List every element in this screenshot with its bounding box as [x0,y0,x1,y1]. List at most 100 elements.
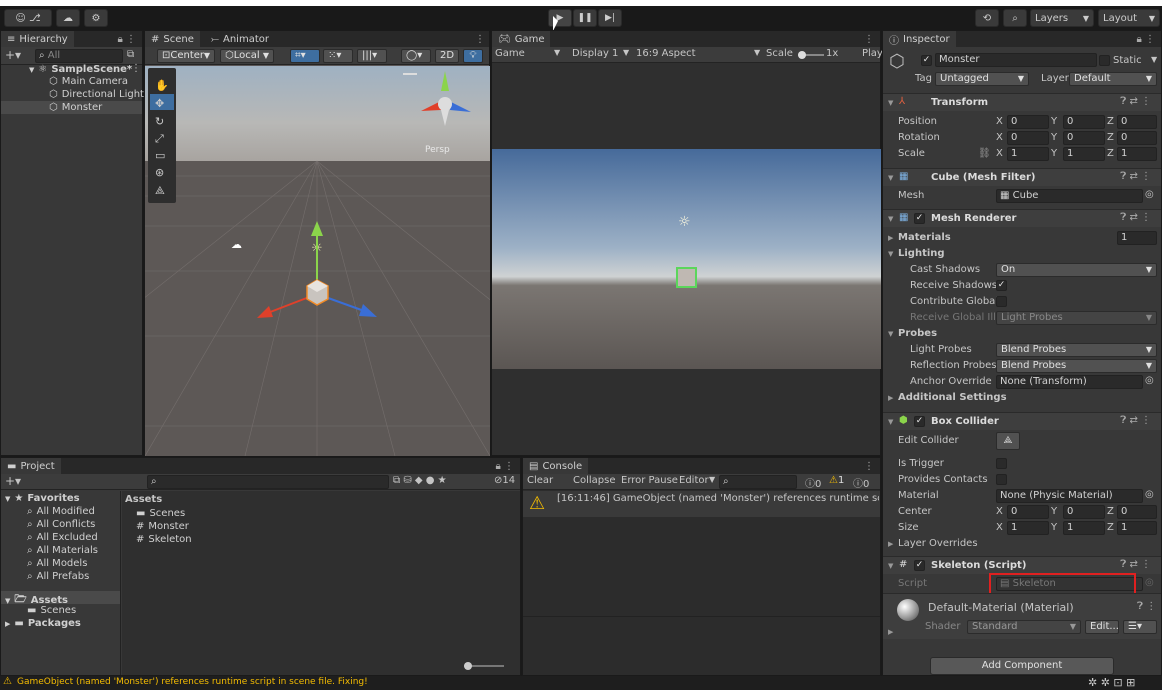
shader-options-dropdown[interactable]: ☰▾ [1123,620,1157,634]
info-toggle[interactable]: ⓘ0 [805,475,821,490]
object-picker-icon[interactable]: ◎ [1145,489,1154,500]
add-component-button[interactable]: Add Component [930,657,1114,675]
cloud-button[interactable]: ☁ [56,9,80,27]
receive-shadows-checkbox[interactable]: ✓ [996,280,1007,291]
favorite-item[interactable]: ⌕ All Excluded [27,532,98,543]
play-button[interactable]: ▶ [548,9,572,27]
asset-item[interactable]: # Monster [136,521,189,532]
material-preview[interactable] [897,599,919,621]
favorite-item[interactable]: ⌕ All Conflicts [27,519,95,530]
object-name-input[interactable]: Monster [935,53,1097,67]
favorite-item[interactable]: ⌕ All Prefabs [27,571,89,582]
mesh-renderer-enabled-checkbox[interactable]: ✓ [914,213,925,224]
chevron-down-icon[interactable]: ▼ [1151,55,1157,64]
snap-increment-dropdown[interactable]: ⁙▾ [323,49,353,63]
layer-dropdown[interactable]: Default ▼ [1069,72,1157,86]
status-message[interactable]: GameObject (named 'Monster') references … [17,677,368,687]
hierarchy-item-monster[interactable]: ⬡ Monster [49,102,102,113]
hierarchy-item-main-camera[interactable]: ⬡ Main Camera [49,76,128,87]
inspector-tab-menu[interactable]: 🔒︎ ⋮ [1136,31,1155,47]
tab-game[interactable]: 🎮︎ Game [492,31,551,47]
draw-mode-dropdown[interactable]: |||▾ [357,49,387,63]
editor-dropdown[interactable]: Editor [679,475,709,486]
display-dropdown[interactable]: Display 1 [572,48,618,59]
component-menu[interactable]: ❓︎ ⇄ ⋮ [1120,415,1151,426]
position-x-field[interactable]: 0 [1007,115,1049,129]
move-tool-icon[interactable]: ✥ [155,97,164,110]
layout-dropdown[interactable]: Layout ▼ [1098,9,1160,27]
search-button[interactable]: ⌕ [1003,9,1027,27]
hierarchy-tab-menu[interactable]: 🔒︎ ⋮ [117,31,136,47]
object-picker-icon[interactable]: ◎ [1145,375,1154,386]
active-checkbox[interactable]: ✓ [921,55,932,66]
mesh-renderer-header[interactable]: ▼ ▦ ✓ Mesh Renderer ❓︎ ⇄ ⋮ [883,209,1161,227]
edit-collider-button[interactable]: ⟁ [996,432,1020,450]
tag-dropdown[interactable]: Untagged ▼ [935,72,1029,86]
light-probes-dropdown[interactable]: Blend Probes ▼ [996,343,1157,357]
tab-hierarchy[interactable]: ≡ Hierarchy [1,31,74,47]
pivot-dropdown[interactable]: ⊡Center ▼ [157,49,215,63]
foldout-icon[interactable]: ▼ [888,250,893,258]
hand-tool-icon[interactable]: ✋ [155,79,169,92]
lighting-toggle[interactable]: 💡︎ [463,49,483,63]
size-x-field[interactable]: 1 [1007,521,1049,535]
add-icon[interactable]: +▾ [5,48,21,62]
console-tab-menu[interactable]: ⋮ [864,458,874,474]
probes-label[interactable]: Probes [898,328,937,339]
project-search-input[interactable]: ⌕ [147,475,389,489]
icon-size-slider-thumb[interactable] [464,662,472,670]
materials-label[interactable]: Materials [898,232,951,243]
tab-console[interactable]: ▤ Console [523,458,589,474]
center-z-field[interactable]: 0 [1117,505,1157,519]
project-tab-menu[interactable]: 🔒︎ ⋮ [495,458,514,474]
account-button[interactable]: ☺ ⎇ [4,9,52,27]
object-picker-icon[interactable]: ◎ [1145,189,1154,200]
cube-object[interactable] [676,267,697,288]
favorite-item[interactable]: ⌕ All Models [27,558,87,569]
asset-item[interactable]: # Skeleton [136,534,192,545]
cast-shadows-dropdown[interactable]: On ▼ [996,263,1157,277]
transform-tool-icon[interactable]: ⊛ [155,166,164,179]
box-collider-enabled-checkbox[interactable]: ✓ [914,416,925,427]
scale-slider-thumb[interactable] [798,51,806,59]
favorites-header[interactable]: ▼ ★ Favorites [5,493,80,504]
rotate-tool-icon[interactable]: ↻ [155,115,164,128]
services-button[interactable]: ⚙ [84,9,108,27]
scale-z-field[interactable]: 1 [1117,147,1157,161]
tab-animator[interactable]: ⤚ Animator [205,31,275,47]
rect-tool-icon[interactable]: ▭ [155,149,165,162]
hierarchy-item-directional-light[interactable]: ⬡ Directional Light [49,89,144,100]
skeleton-script-header[interactable]: ▼ # ✓ Skeleton (Script) ❓︎ ⇄ ⋮ [883,556,1161,574]
kebab-menu-icon[interactable]: ⋮ [131,63,141,74]
material-menu[interactable]: ❓︎ ⋮ [1137,601,1156,612]
aspect-dropdown[interactable]: 16:9 Aspect [636,48,696,59]
is-trigger-checkbox[interactable] [996,458,1007,469]
mesh-field[interactable]: ▦ Cube [996,189,1143,203]
toolbar-icons[interactable]: ⧉ ⛁ ◆ ● ★ [393,475,447,486]
game-tab-menu[interactable]: ⋮ [864,31,874,47]
lighting-label[interactable]: Lighting [898,248,945,259]
console-search-input[interactable]: ⌕ [719,475,797,489]
error-toggle[interactable]: ⓘ0 [853,475,869,490]
favorite-item[interactable]: ⌕ All Modified [27,506,95,517]
foldout-icon[interactable]: ▶ [888,628,893,636]
additional-settings-label[interactable]: Additional Settings [898,392,1007,403]
packages-folder[interactable]: ▶ ▬ Packages [5,618,81,629]
error-pause-button[interactable]: Error Pause [621,475,678,486]
tab-inspector[interactable]: ⓘ Inspector [883,31,956,47]
hierarchy-search-input[interactable]: ⌕ All [35,49,123,63]
center-y-field[interactable]: 0 [1063,505,1105,519]
rotation-x-field[interactable]: 0 [1007,131,1049,145]
2d-toggle[interactable]: 2D [435,49,459,63]
grid-snap-toggle[interactable]: ⌗▾ [290,49,320,63]
scene-viewport[interactable]: ✋ ✥ ↻ ⤢ ▭ ⊛ ⟁ Persp ☁ ☼ [145,66,490,456]
transform-header[interactable]: ▼ ⅄ Transform ❓︎ ⇄ ⋮ [883,93,1161,111]
static-checkbox[interactable] [1099,55,1110,66]
hidden-count-icon[interactable]: ⊘14 [494,475,515,486]
shading-dropdown[interactable]: ◯▾ [401,49,431,63]
clear-button[interactable]: Clear [527,475,553,486]
contribute-gi-checkbox[interactable] [996,296,1007,307]
component-menu[interactable]: ❓︎ ⇄ ⋮ [1120,96,1151,107]
position-z-field[interactable]: 0 [1117,115,1157,129]
constrain-proportions-icon[interactable]: ⛓ [978,148,991,159]
